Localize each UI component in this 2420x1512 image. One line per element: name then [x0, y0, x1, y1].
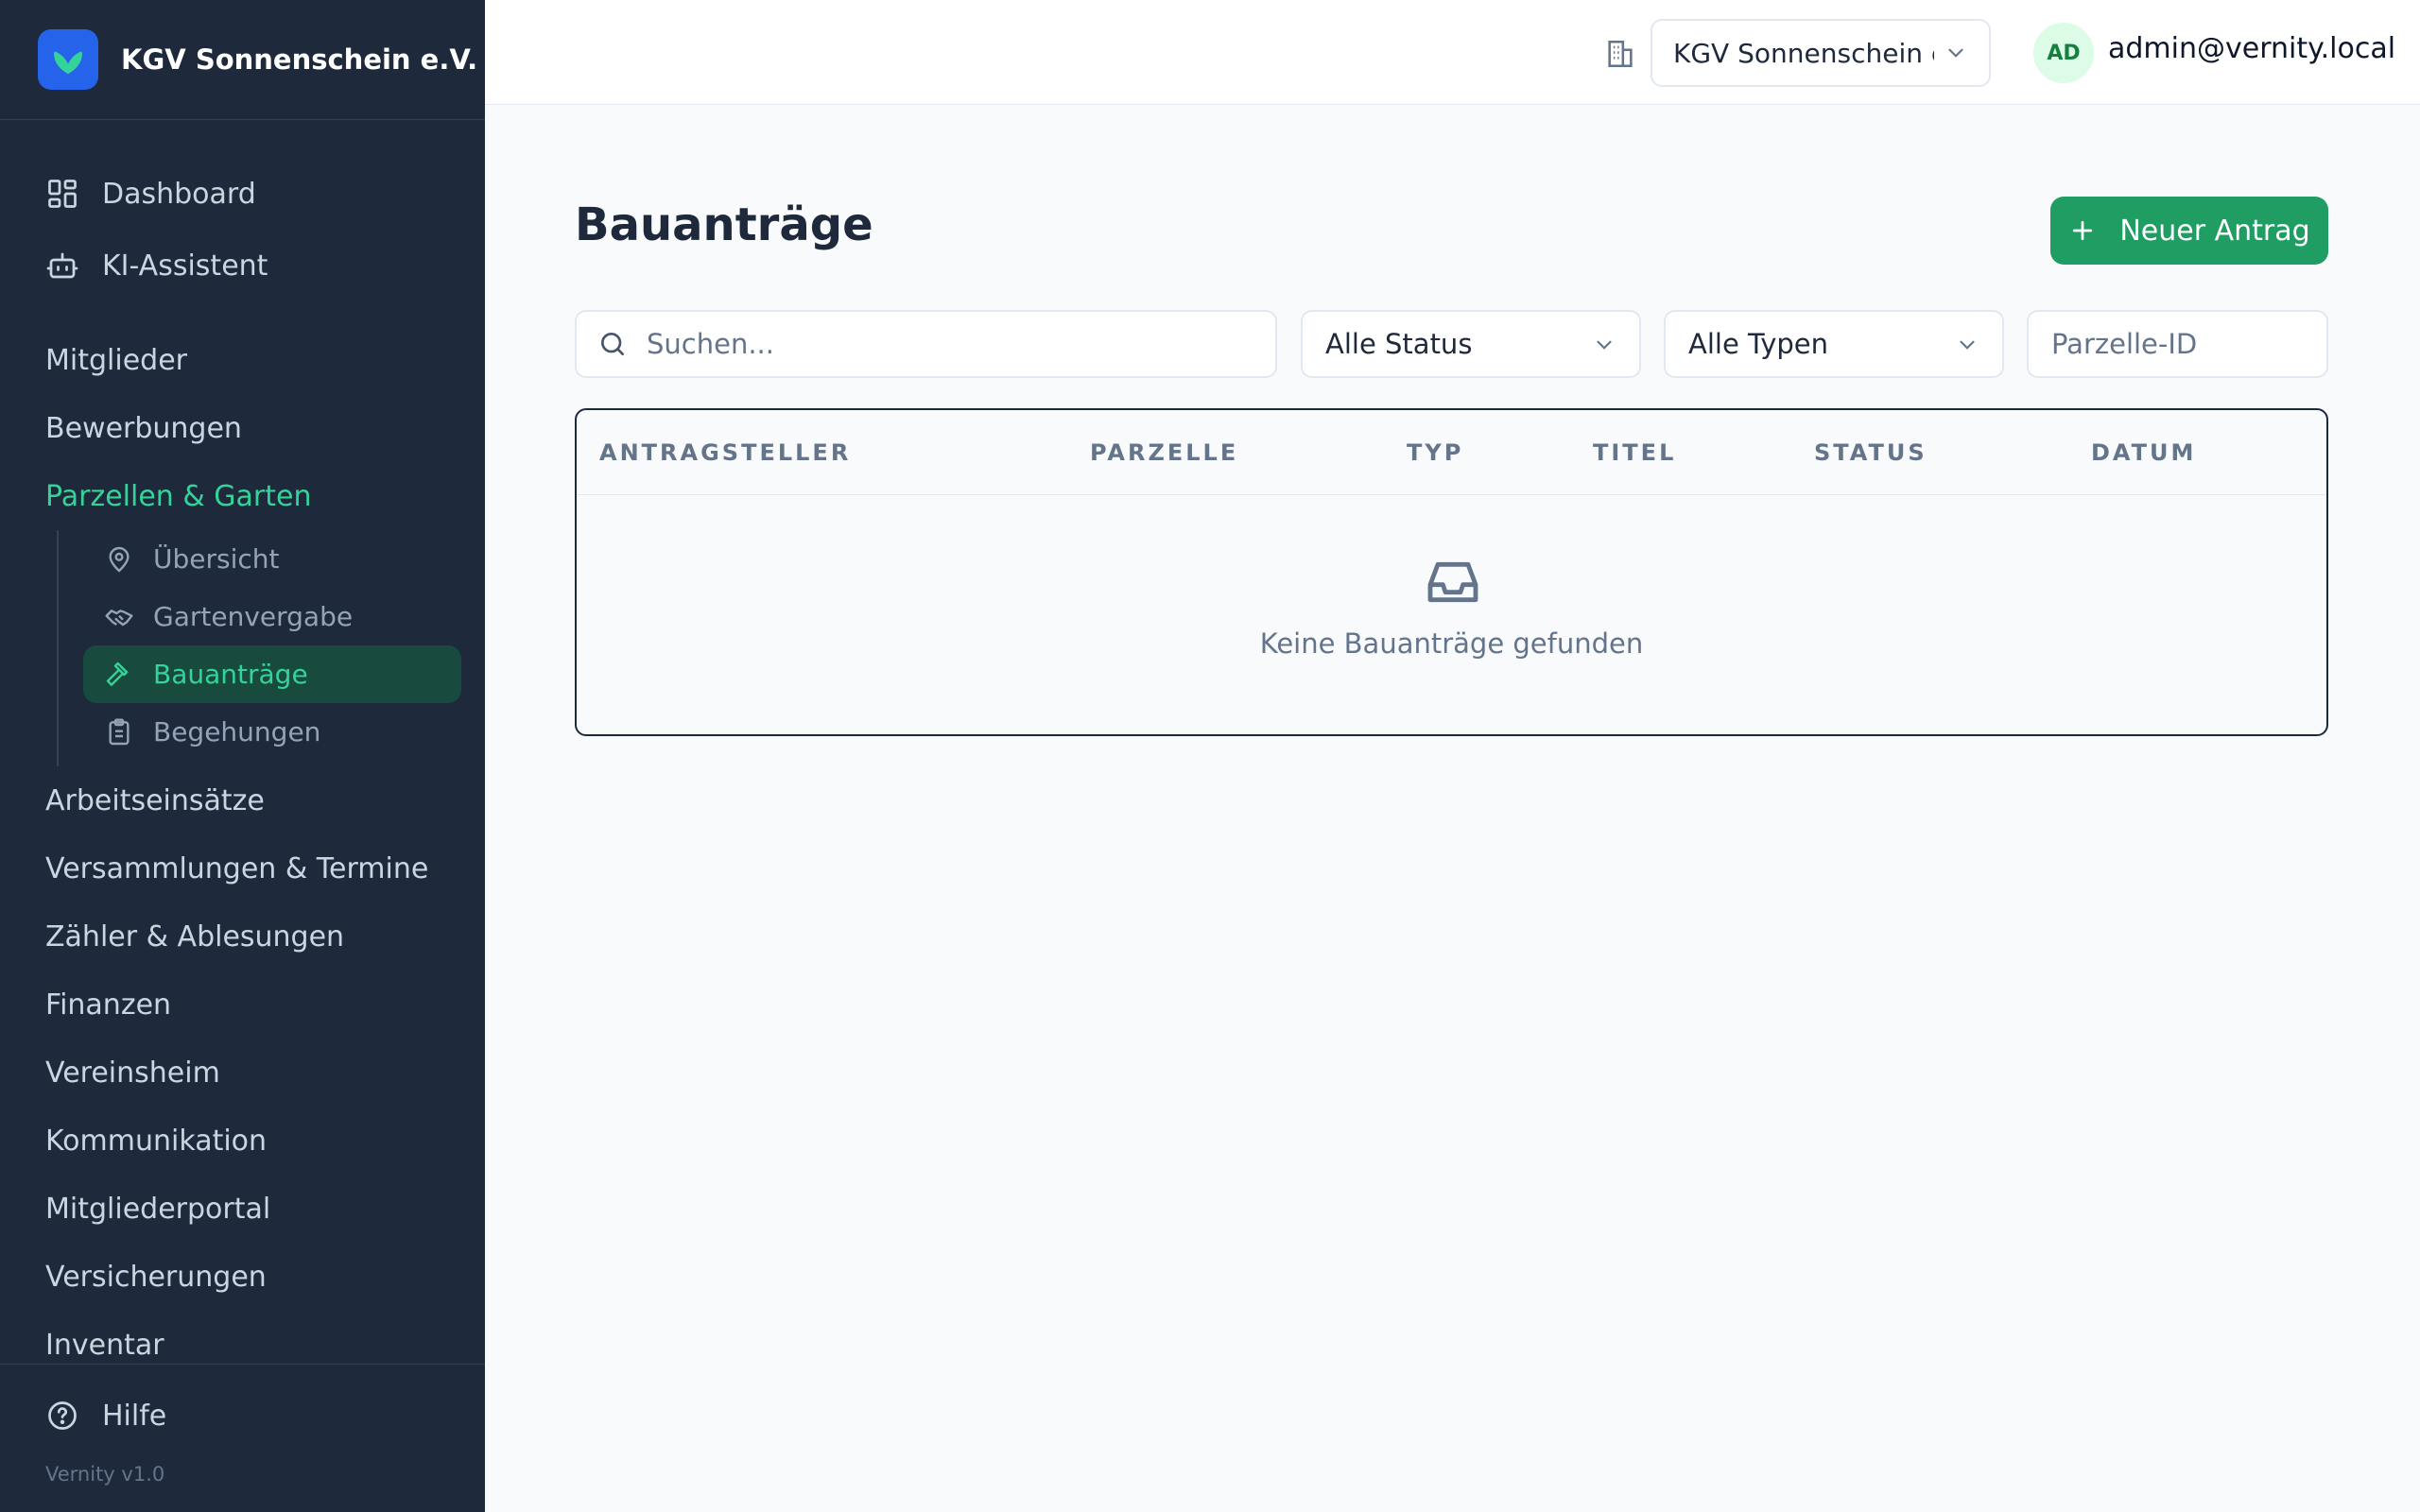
brand[interactable]: KGV Sonnenschein e.V.: [0, 0, 485, 120]
app-version: Vernity v1.0: [45, 1463, 165, 1486]
column-header-status[interactable]: STATUS: [1814, 410, 1927, 495]
brand-name: KGV Sonnenschein e.V.: [121, 43, 478, 76]
sidebar-section-versicherungen[interactable]: Versicherungen: [0, 1243, 485, 1311]
building-icon: [1604, 38, 1636, 70]
chevron-down-icon: [1955, 332, 1979, 356]
sidebar-section-arbeitseinsaetze[interactable]: Arbeitseinsätze: [0, 766, 485, 834]
new-request-button[interactable]: Neuer Antrag: [2050, 197, 2328, 265]
sidebar-section-kommunikation[interactable]: Kommunikation: [0, 1107, 485, 1175]
new-request-label: Neuer Antrag: [2119, 214, 2310, 248]
leaf-logo-icon: [38, 29, 98, 90]
search-icon: [597, 329, 628, 359]
chevron-down-icon: [1944, 41, 1968, 65]
parzellen-subnav: Übersicht Gartenvergabe Bauanträge Begeh…: [57, 530, 485, 766]
sidebar-section-parzellen[interactable]: Parzellen & Garten: [0, 462, 485, 530]
help-circle-icon: [45, 1399, 79, 1433]
organization-select[interactable]: KGV Sonnenschein e.V.: [1651, 19, 1991, 87]
topbar: KGV Sonnenschein e.V. AD admin@vernity.l…: [485, 0, 2420, 105]
sidebar-section-bewerbungen[interactable]: Bewerbungen: [0, 394, 485, 462]
map-pin-icon: [104, 544, 134, 575]
column-header-typ[interactable]: TYP: [1407, 410, 1463, 495]
search-field[interactable]: [575, 310, 1277, 378]
sidebar-section-vereinsheim[interactable]: Vereinsheim: [0, 1039, 485, 1107]
sidebar-footer: Hilfe Vernity v1.0: [0, 1364, 485, 1512]
status-filter-value: Alle Status: [1325, 328, 1473, 360]
sidebar-item-bauantraege[interactable]: Bauanträge: [83, 645, 461, 703]
page-title: Bauanträge: [575, 198, 873, 251]
sidebar-item-begehungen[interactable]: Begehungen: [83, 703, 461, 761]
avatar[interactable]: AD: [2033, 23, 2094, 83]
sidebar-item-uebersicht[interactable]: Übersicht: [83, 530, 461, 588]
robot-icon: [45, 249, 79, 283]
table-header: ANTRAGSTELLER PARZELLE TYP TITEL STATUS …: [577, 410, 2326, 495]
sidebar-item-dashboard[interactable]: Dashboard: [0, 158, 485, 230]
empty-state: Keine Bauanträge gefunden: [577, 495, 2326, 734]
handshake-icon: [104, 602, 134, 632]
sidebar-section-versammlungen[interactable]: Versammlungen & Termine: [0, 834, 485, 902]
status-filter-select[interactable]: Alle Status: [1301, 310, 1641, 378]
column-header-parzelle[interactable]: PARZELLE: [1090, 410, 1238, 495]
sidebar-section-finanzen[interactable]: Finanzen: [0, 971, 485, 1039]
search-input[interactable]: [647, 328, 1275, 360]
dashboard-icon: [45, 177, 79, 211]
sidebar-item-label: Dashboard: [102, 177, 256, 211]
sidebar-section-zaehler[interactable]: Zähler & Ablesungen: [0, 902, 485, 971]
help-label: Hilfe: [102, 1399, 167, 1433]
column-header-antragsteller[interactable]: ANTRAGSTELLER: [599, 410, 851, 495]
plus-icon: [2068, 216, 2097, 245]
chevron-down-icon: [1592, 332, 1616, 356]
sidebar-item-label: Bauanträge: [153, 659, 308, 690]
sidebar-item-label: KI-Assistent: [102, 249, 268, 283]
clipboard-icon: [104, 717, 134, 747]
sidebar-item-gartenvergabe[interactable]: Gartenvergabe: [83, 588, 461, 645]
sidebar-item-ki-assistent[interactable]: KI-Assistent: [0, 230, 485, 301]
hammer-icon: [104, 660, 134, 690]
sidebar-section-mitgliederportal[interactable]: Mitgliederportal: [0, 1175, 485, 1243]
parzelle-id-input[interactable]: [2051, 328, 2304, 360]
requests-table: ANTRAGSTELLER PARZELLE TYP TITEL STATUS …: [575, 408, 2328, 736]
column-header-datum[interactable]: DATUM: [2091, 410, 2196, 495]
sidebar: KGV Sonnenschein e.V. Dashboard KI-Assis…: [0, 0, 485, 1512]
sidebar-item-label: Übersicht: [153, 543, 280, 575]
parzelle-id-field[interactable]: [2027, 310, 2328, 378]
user-email[interactable]: admin@vernity.local: [2108, 32, 2395, 65]
sidebar-nav: Dashboard KI-Assistent Mitglieder Bewerb…: [0, 120, 485, 1364]
organization-select-value: KGV Sonnenschein e.V.: [1673, 37, 1934, 69]
sidebar-item-label: Gartenvergabe: [153, 601, 354, 632]
column-header-titel[interactable]: TITEL: [1593, 410, 1676, 495]
sidebar-section-mitglieder[interactable]: Mitglieder: [0, 326, 485, 394]
inbox-icon: [1423, 552, 1483, 612]
help-link[interactable]: Hilfe: [0, 1378, 485, 1453]
type-filter-value: Alle Typen: [1688, 328, 1829, 360]
sidebar-section-inventar[interactable]: Inventar: [0, 1311, 485, 1364]
empty-state-message: Keine Bauanträge gefunden: [1259, 627, 1644, 660]
sidebar-item-label: Begehungen: [153, 716, 321, 747]
type-filter-select[interactable]: Alle Typen: [1664, 310, 2004, 378]
